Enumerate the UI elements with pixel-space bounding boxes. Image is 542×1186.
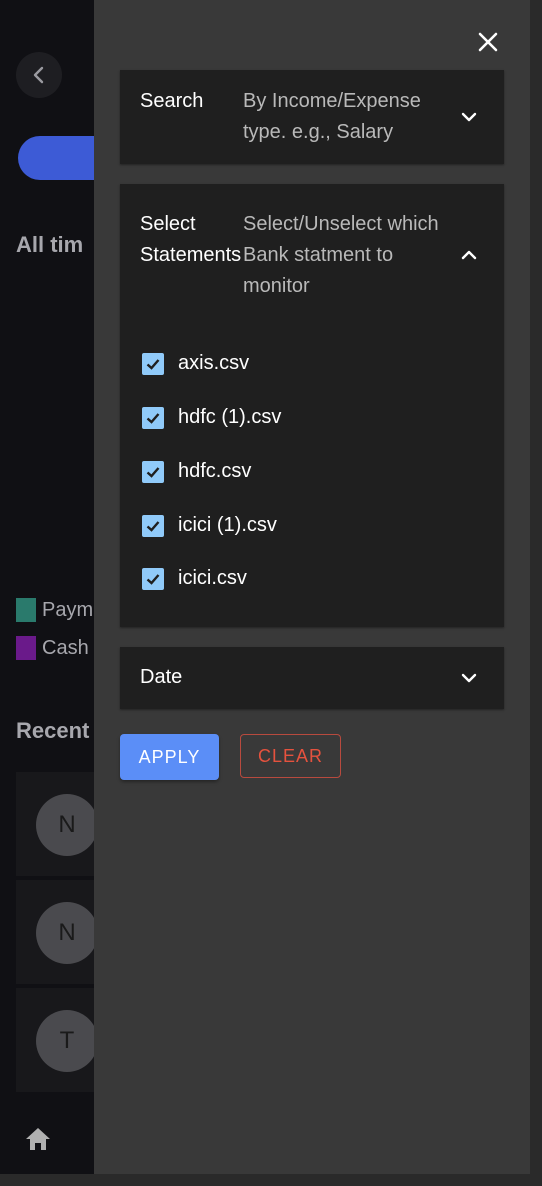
statement-checkbox-row[interactable]: icici.csv — [142, 567, 247, 590]
legend-item: Cash — [16, 636, 89, 660]
statements-title: Select Statements — [140, 213, 242, 266]
checkbox[interactable] — [142, 567, 164, 590]
recent-heading: Recent — [16, 718, 90, 743]
search-panel[interactable]: Search By Income/Expense type. e.g., Sal… — [120, 70, 504, 164]
avatar: N — [36, 794, 98, 856]
home-icon — [26, 1128, 50, 1150]
apply-button[interactable]: APPLY — [120, 734, 219, 780]
checkbox-label: icici (1).csv — [178, 514, 277, 536]
checkbox[interactable] — [142, 514, 164, 537]
checkbox-label: icici.csv — [178, 567, 247, 589]
back-button[interactable] — [16, 52, 62, 98]
check-icon — [146, 520, 160, 532]
app-frame: All tim Paym Cash Recent N N T Search By… — [0, 0, 530, 1174]
checkbox-label: axis.csv — [178, 352, 250, 374]
statements-panel: Select Statements Select/Unselect which … — [120, 184, 504, 627]
avatar: N — [36, 902, 98, 964]
checkbox-label: hdfc (1).csv — [178, 406, 282, 428]
date-title: Date — [140, 666, 183, 688]
statement-checkbox-row[interactable]: icici (1).csv — [142, 514, 277, 537]
checkbox[interactable] — [142, 460, 164, 483]
check-icon — [146, 573, 160, 585]
statements-description: Select/Unselect which Bank statment to m… — [243, 213, 439, 297]
search-title: Search — [140, 90, 204, 112]
close-icon — [478, 32, 498, 52]
legend-item: Paym — [16, 598, 93, 622]
legend-label: Paym — [42, 598, 94, 621]
legend-swatch — [16, 598, 36, 622]
checkbox[interactable] — [142, 352, 164, 375]
date-panel[interactable]: Date — [120, 647, 504, 709]
back-arrow-icon — [33, 66, 44, 84]
clear-button[interactable]: CLEAR — [240, 734, 341, 778]
statement-checkbox-row[interactable]: hdfc.csv — [142, 460, 251, 483]
check-icon — [146, 412, 160, 424]
all-time-heading: All tim — [16, 232, 84, 257]
chevron-down-icon[interactable] — [460, 108, 478, 126]
legend-swatch — [16, 636, 36, 660]
filter-drawer: Search By Income/Expense type. e.g., Sal… — [94, 0, 530, 1174]
chevron-up-icon[interactable] — [460, 246, 478, 264]
checkbox[interactable] — [142, 406, 164, 429]
statement-checkbox-row[interactable]: hdfc (1).csv — [142, 406, 281, 429]
avatar: T — [36, 1010, 98, 1072]
home-nav-button[interactable] — [24, 1126, 52, 1157]
check-icon — [146, 358, 160, 370]
search-description: By Income/Expense type. e.g., Salary — [243, 90, 421, 143]
legend-label: Cash — [42, 636, 89, 659]
check-icon — [146, 466, 160, 478]
checkbox-label: hdfc.csv — [178, 460, 252, 482]
close-button[interactable] — [474, 28, 502, 56]
statement-checkbox-row[interactable]: axis.csv — [142, 352, 249, 375]
chevron-down-icon[interactable] — [460, 669, 478, 687]
